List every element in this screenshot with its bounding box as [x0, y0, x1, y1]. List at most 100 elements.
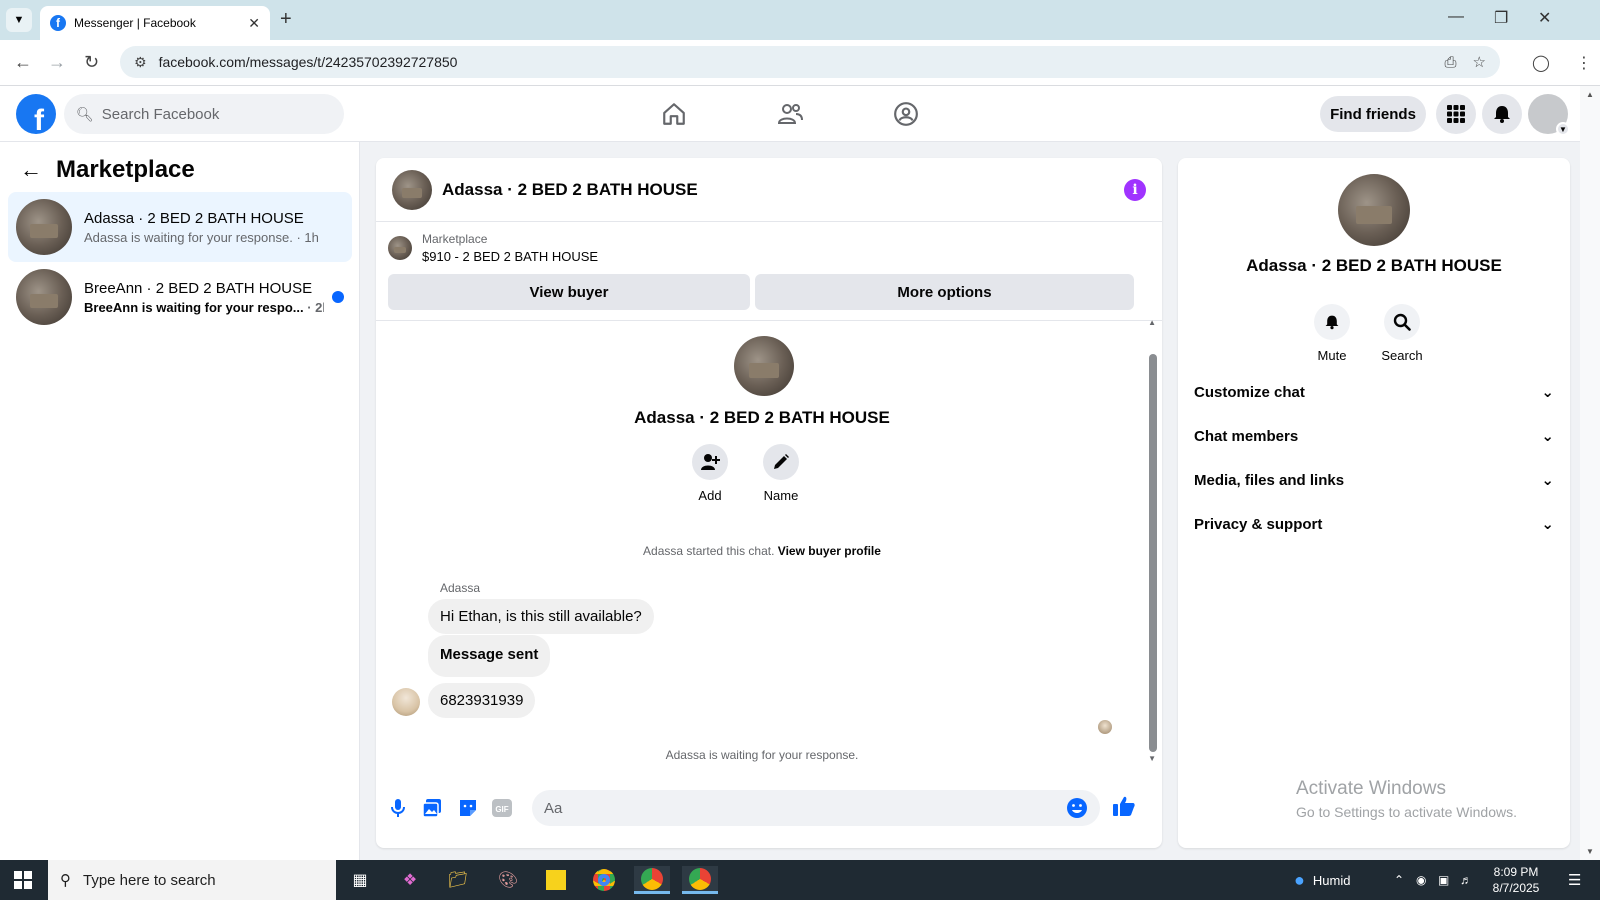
address-bar[interactable]: ⚙ facebook.com/messages/t/24235702392727… [120, 46, 1500, 78]
mute-button[interactable]: Mute [1302, 304, 1362, 363]
emoji-icon[interactable] [1066, 797, 1088, 819]
forward-icon[interactable]: → [48, 52, 66, 73]
scroll-up-icon[interactable]: ▲ [1586, 90, 1594, 99]
info-icon[interactable]: i [1124, 178, 1146, 201]
task-view-icon[interactable]: ▦ [342, 866, 378, 894]
meet-now-icon[interactable]: ◉ [1416, 860, 1426, 900]
page-scrollbar[interactable]: ▲ ▼ [1580, 86, 1600, 860]
add-person-icon [701, 454, 720, 470]
conversation-item[interactable]: Adassa · 2 BED 2 BATH HOUSE Adassa is wa… [8, 192, 352, 262]
chevron-down-icon: ⌄ [1541, 384, 1554, 401]
sender-name: Adassa [440, 581, 481, 595]
chevron-down-icon: ⌄ [1541, 428, 1554, 445]
chrome-icon[interactable] [586, 866, 622, 894]
search-in-chat-button[interactable]: Search [1372, 304, 1432, 363]
divider [376, 320, 1162, 321]
browser-tab-messenger[interactable]: f Messenger | Facebook ✕ [40, 6, 270, 40]
details-name: Adassa · 2 BED 2 BATH HOUSE [1246, 256, 1502, 275]
browser-menu-icon[interactable]: ⋮ [1576, 53, 1592, 73]
friends-nav-button[interactable] [770, 98, 810, 130]
bookmark-star-icon[interactable]: ☆ [1473, 53, 1486, 71]
scroll-down-icon[interactable]: ▼ [1148, 754, 1156, 763]
chat-avatar[interactable] [392, 169, 432, 210]
back-arrow-icon[interactable]: ← [20, 157, 42, 183]
conversation-avatar [16, 199, 72, 255]
weather-widget[interactable]: ● Humid [1294, 860, 1350, 900]
chrome-profile-icon[interactable] [634, 866, 670, 894]
notifications-button[interactable] [1482, 94, 1522, 134]
customize-chat-row[interactable]: Customize chat ⌄ [1194, 372, 1554, 412]
sticker-button[interactable] [456, 796, 480, 820]
attach-photo-button[interactable] [420, 796, 444, 820]
name-chat-button[interactable]: Name [751, 444, 811, 503]
paint-icon[interactable]: 🎨︎ [490, 866, 526, 894]
inbox-header: ← Marketplace [20, 156, 195, 184]
chat-scrollbar[interactable] [1149, 354, 1157, 752]
view-buyer-profile-link[interactable]: View buyer profile [778, 544, 881, 558]
chat-header: Adassa · 2 BED 2 BATH HOUSE i [376, 158, 1162, 222]
message-bubble[interactable]: 6823931939 [428, 683, 536, 718]
copilot-icon[interactable]: ❖ [392, 866, 428, 894]
profile-avatar[interactable]: ▼ [1528, 94, 1570, 136]
message-input[interactable] [544, 799, 1066, 817]
browser-tab-bar: ▼ f Messenger | Facebook ✕ + — ❐ ✕ [0, 0, 1600, 40]
friends-icon [777, 104, 803, 124]
listing-summary[interactable]: Marketplace $910 - 2 BED 2 BATH HOUSE [388, 232, 598, 264]
tab-search-dropdown[interactable]: ▼ [6, 8, 32, 32]
reload-icon[interactable]: ↻ [84, 52, 99, 73]
mute-label: Mute [1317, 348, 1347, 363]
tray-chevron-up-icon[interactable]: ⌃ [1394, 860, 1404, 900]
details-avatar[interactable] [1338, 174, 1410, 246]
message-bubble[interactable]: Message sent [428, 635, 551, 677]
media-files-links-row[interactable]: Media, files and links ⌄ [1194, 460, 1554, 500]
new-tab-button[interactable]: + [280, 8, 292, 31]
conversation-item[interactable]: BreeAnn · 2 BED 2 BATH HOUSE BreeAnn is … [8, 262, 352, 332]
chat-members-row[interactable]: Chat members ⌄ [1194, 416, 1554, 456]
unread-indicator [332, 291, 344, 303]
facebook-search-input[interactable] [101, 105, 322, 123]
message-input-box[interactable] [532, 790, 1100, 826]
close-window-icon[interactable]: ✕ [1538, 8, 1551, 28]
search-icon: ⚲ [60, 872, 71, 889]
chrome-profile-icon[interactable] [682, 866, 718, 894]
chat-details-panel: Adassa · 2 BED 2 BATH HOUSE Mute Search … [1178, 158, 1570, 848]
windows-start-icon[interactable] [14, 871, 32, 889]
sticky-notes-icon[interactable] [538, 866, 574, 894]
windows-taskbar: ⚲ Type here to search ▦ ❖ 📁︎ 🎨︎ ● Humid … [0, 860, 1600, 900]
file-explorer-icon[interactable]: 📁︎ [440, 866, 476, 894]
add-people-button[interactable]: Add [680, 444, 740, 503]
gif-button[interactable]: GIF [490, 796, 514, 820]
home-nav-button[interactable] [654, 98, 694, 130]
chevron-down-icon: ⌄ [1541, 516, 1554, 533]
back-icon[interactable]: ← [14, 52, 32, 73]
notification-center-icon[interactable]: ☰ [1568, 860, 1581, 900]
restore-icon[interactable]: ❐ [1494, 8, 1508, 28]
more-options-button[interactable]: More options [755, 274, 1134, 310]
close-tab-icon[interactable]: ✕ [248, 15, 260, 32]
taskbar-clock[interactable]: 8:09 PM 8/7/2025 [1476, 864, 1556, 896]
minimize-icon[interactable]: — [1448, 8, 1464, 26]
weather-text: Humid [1312, 872, 1351, 888]
network-icon[interactable]: ▣ [1438, 860, 1449, 900]
like-button[interactable] [1112, 794, 1136, 818]
voice-clip-button[interactable] [386, 796, 410, 820]
facebook-logo-icon[interactable]: f [16, 94, 56, 134]
message-bubble[interactable]: Hi Ethan, is this still available? [428, 599, 654, 634]
scroll-down-icon[interactable]: ▼ [1586, 847, 1594, 856]
chat-title[interactable]: Adassa · 2 BED 2 BATH HOUSE [442, 180, 1124, 200]
account-icon[interactable]: ◯ [1532, 53, 1550, 73]
facebook-search-box[interactable]: 🔍︎ [64, 94, 344, 134]
scroll-up-icon[interactable]: ▲ [1148, 318, 1156, 327]
privacy-support-row[interactable]: Privacy & support ⌄ [1194, 504, 1554, 544]
groups-nav-button[interactable] [886, 98, 926, 130]
view-buyer-button[interactable]: View buyer [388, 274, 750, 310]
taskbar-search[interactable]: ⚲ Type here to search [48, 860, 336, 900]
volume-muted-icon[interactable]: ♬ [1460, 860, 1472, 900]
site-info-icon[interactable]: ⚙ [134, 54, 147, 71]
install-app-icon[interactable]: ⎙ [1445, 54, 1457, 71]
clock-date: 8/7/2025 [1492, 881, 1540, 895]
menu-button[interactable] [1436, 94, 1476, 134]
sender-avatar[interactable] [392, 688, 420, 716]
find-friends-button[interactable]: Find friends [1320, 96, 1426, 132]
groups-icon [894, 102, 918, 126]
